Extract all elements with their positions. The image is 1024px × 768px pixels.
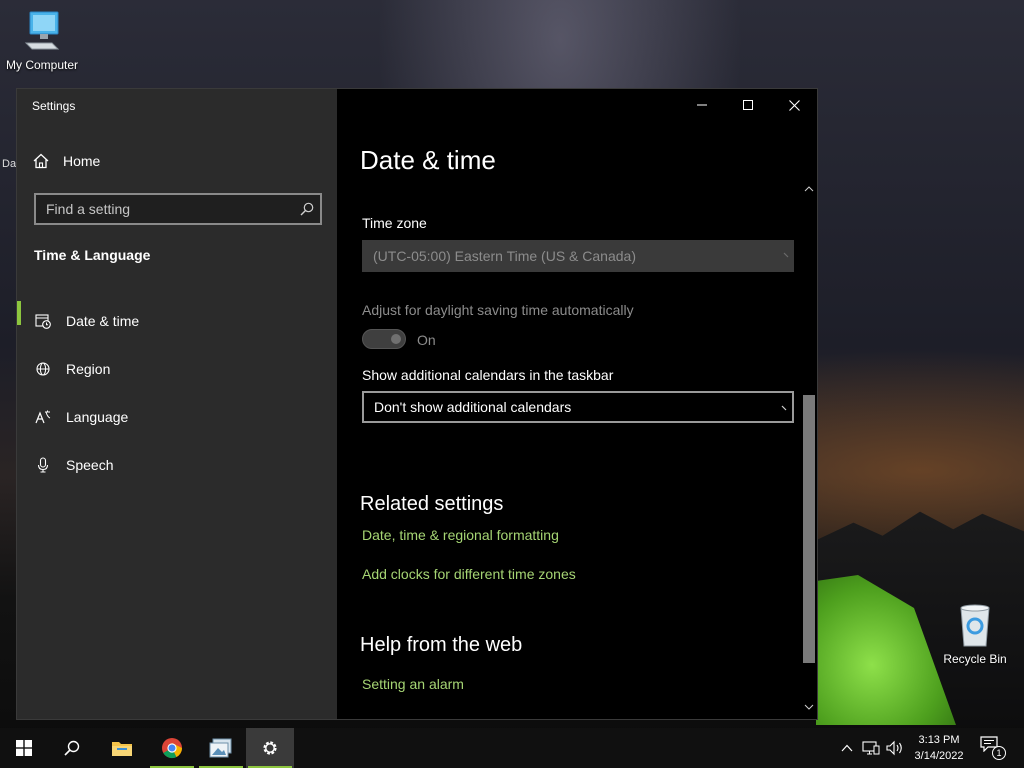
taskbar-file-explorer[interactable] <box>98 728 146 768</box>
search-box <box>34 193 322 225</box>
clock-time: 3:13 PM <box>918 734 960 746</box>
chevron-down-icon <box>804 704 814 710</box>
sidebar-item-region[interactable]: Region <box>17 345 337 393</box>
windows-logo-icon <box>16 740 32 756</box>
sidebar-home-label: Home <box>63 153 101 169</box>
chevron-down-icon <box>781 405 787 411</box>
scrollbar[interactable] <box>801 185 817 719</box>
tray-show-hidden[interactable] <box>837 738 857 758</box>
sidebar: Settings Home Time & Language <box>17 89 337 719</box>
desktop-icon-label: Recycle Bin <box>943 652 1007 666</box>
chevron-up-icon <box>841 744 853 752</box>
calendars-value: Don't show additional calendars <box>374 399 572 415</box>
scroll-up-button[interactable] <box>801 185 817 199</box>
search-button[interactable] <box>294 202 320 216</box>
language-icon <box>34 408 52 426</box>
gear-icon <box>263 741 277 755</box>
related-settings-heading: Related settings <box>360 493 504 515</box>
link-regional-formatting[interactable]: Date, time & regional formatting <box>362 527 559 543</box>
dst-label: Adjust for daylight saving time automati… <box>362 302 634 318</box>
dst-toggle <box>362 329 406 349</box>
settings-window: Settings Home Time & Language <box>16 88 818 720</box>
scroll-down-button[interactable] <box>801 703 817 717</box>
desktop-edge-label: Da <box>2 158 17 170</box>
home-icon <box>33 153 49 169</box>
chrome-icon <box>162 738 183 759</box>
clock-date: 3/14/2022 <box>914 750 964 762</box>
start-button[interactable] <box>0 728 48 768</box>
sidebar-nav: Date & time Region Language Speech <box>17 297 337 489</box>
sidebar-item-label: Speech <box>66 457 114 473</box>
calendars-label: Show additional calendars in the taskbar <box>362 367 614 383</box>
taskbar-search-button[interactable] <box>48 728 96 768</box>
calendar-clock-icon <box>34 312 52 330</box>
section-title: Time & Language <box>34 247 151 263</box>
recycle-bin-icon <box>960 604 990 647</box>
sidebar-item-date-time[interactable]: Date & time <box>17 297 337 345</box>
taskbar-clock[interactable]: 3:13 PM 3/14/2022 <box>904 732 974 764</box>
computer-icon <box>24 11 60 50</box>
desktop-icon-recycle-bin[interactable]: Recycle Bin <box>933 604 1017 666</box>
toggle-knob <box>391 334 401 344</box>
sidebar-item-language[interactable]: Language <box>17 393 337 441</box>
main-content: Date & time Time zone (UTC-05:00) Easter… <box>337 89 817 719</box>
taskbar-settings[interactable] <box>246 728 294 768</box>
action-center-button[interactable]: 1 <box>980 736 1008 760</box>
time-zone-dropdown: (UTC-05:00) Eastern Time (US & Canada) <box>362 240 794 272</box>
scroll-thumb[interactable] <box>803 395 815 663</box>
globe-icon <box>34 360 52 378</box>
tray-volume[interactable] <box>885 738 905 758</box>
sidebar-home[interactable]: Home <box>33 149 100 173</box>
page-title: Date & time <box>360 145 496 175</box>
sidebar-item-label: Region <box>66 361 111 377</box>
calendars-dropdown[interactable]: Don't show additional calendars <box>362 391 794 423</box>
network-icon <box>862 741 880 755</box>
microphone-icon <box>34 456 52 474</box>
chevron-up-icon <box>804 186 814 192</box>
desktop-icon-label: My Computer <box>5 58 79 72</box>
time-zone-value: (UTC-05:00) Eastern Time (US & Canada) <box>373 248 636 264</box>
help-heading: Help from the web <box>360 634 523 656</box>
chevron-down-icon <box>783 252 789 258</box>
dst-toggle-state: On <box>417 332 436 348</box>
folder-icon <box>112 742 132 756</box>
search-input[interactable] <box>36 195 294 223</box>
taskbar: 3:13 PM 3/14/2022 1 <box>0 728 1024 768</box>
search-icon <box>64 740 80 756</box>
sidebar-item-label: Language <box>66 409 129 425</box>
tray-network[interactable] <box>861 738 881 758</box>
desktop-icon-my-computer[interactable]: My Computer <box>0 10 84 72</box>
time-zone-label: Time zone <box>362 215 427 231</box>
search-icon <box>300 202 314 216</box>
taskbar-chrome[interactable] <box>148 728 196 768</box>
notification-badge: 1 <box>992 746 1006 760</box>
window-title: Settings <box>32 99 76 113</box>
volume-icon <box>886 740 902 756</box>
sidebar-item-label: Date & time <box>66 313 140 329</box>
sidebar-item-speech[interactable]: Speech <box>17 441 337 489</box>
taskbar-photos[interactable] <box>197 728 245 768</box>
link-setting-alarm[interactable]: Setting an alarm <box>362 676 464 692</box>
photos-icon <box>209 738 232 758</box>
link-add-clocks[interactable]: Add clocks for different time zones <box>362 566 576 582</box>
